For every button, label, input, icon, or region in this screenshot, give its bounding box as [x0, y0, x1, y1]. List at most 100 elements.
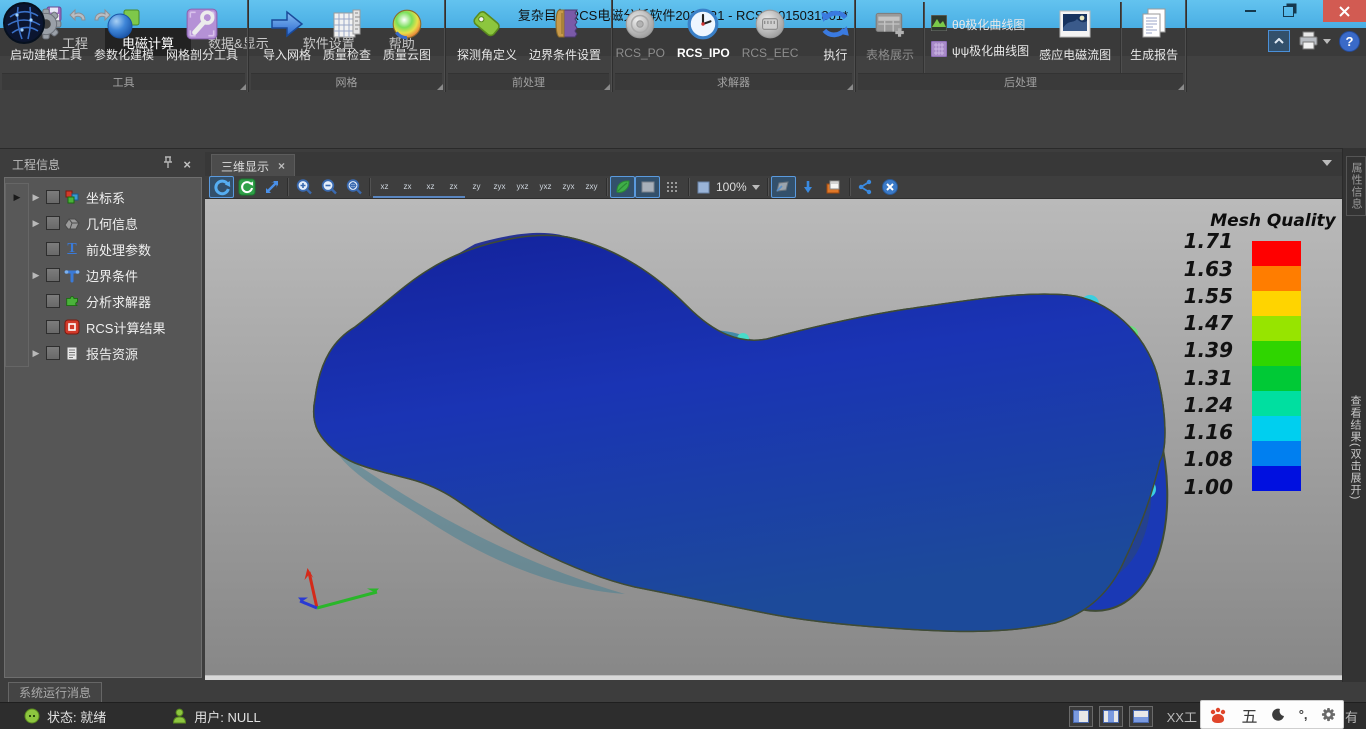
tab-property-info[interactable]: 属性信息: [1346, 156, 1366, 216]
quality-check-button[interactable]: 质量检查: [317, 2, 377, 75]
parametric-modeling-button[interactable]: 参数化建模: [88, 2, 160, 75]
tab-list-dropdown-icon[interactable]: [1322, 160, 1332, 166]
print-dropdown-icon[interactable]: [1323, 39, 1331, 44]
expander-icon[interactable]: ▶: [29, 270, 43, 281]
tree-checkbox[interactable]: [46, 216, 60, 230]
tree-item-report-resources[interactable]: ▶ 报告资源: [5, 340, 199, 366]
flat-mode-button[interactable]: [635, 176, 660, 198]
minimize-button[interactable]: [1234, 0, 1266, 22]
pin-icon[interactable]: [163, 156, 173, 172]
tree-checkbox[interactable]: [46, 242, 60, 256]
ime-moon-icon[interactable]: [1271, 708, 1285, 722]
tree-item-rcs-results[interactable]: RCS计算结果: [5, 314, 199, 340]
execute-button[interactable]: 执行: [812, 2, 858, 75]
collapse-ribbon-button[interactable]: [1268, 30, 1290, 52]
tree-gutter-cell[interactable]: [5, 314, 29, 341]
view-iso4-button[interactable]: zyx: [557, 176, 580, 198]
tab-view-results[interactable]: 查看结果(双击展开): [1346, 368, 1364, 528]
tree-gutter-cell[interactable]: [5, 288, 29, 315]
tree-checkbox[interactable]: [46, 346, 60, 360]
drop-down-view-button[interactable]: [796, 176, 821, 198]
view-iso3-button[interactable]: yxz: [534, 176, 557, 198]
select-region-button[interactable]: [771, 176, 796, 198]
tree-gutter-cell[interactable]: [5, 236, 29, 263]
view-zy-button[interactable]: zy: [465, 176, 488, 198]
expander-icon[interactable]: ▶: [29, 192, 43, 203]
view-zx-button[interactable]: zx: [396, 176, 419, 198]
layout-left-panel-button[interactable]: [1069, 706, 1093, 727]
view-iso5-button[interactable]: zxy: [580, 176, 603, 198]
mesh-partition-tool-button[interactable]: 网格剖分工具: [160, 2, 244, 75]
expander-icon[interactable]: ▶: [29, 218, 43, 229]
view-xz-button[interactable]: xz: [373, 176, 396, 198]
tab-3d-display[interactable]: 三维显示 ×: [211, 154, 295, 177]
close-view-button[interactable]: [878, 176, 903, 198]
ime-mode-char[interactable]: 五: [1241, 703, 1257, 727]
app-logo-icon[interactable]: [2, 1, 46, 45]
maximize-button[interactable]: [1272, 0, 1304, 22]
theta-polar-curve-button[interactable]: θθ极化曲线图: [931, 15, 1029, 34]
tab-system-messages[interactable]: 系统运行消息: [8, 682, 102, 702]
group-expand-icon[interactable]: [240, 84, 246, 90]
probe-angle-button[interactable]: 探测角定义: [451, 2, 523, 75]
psi-polar-curve-button[interactable]: ψψ极化曲线图: [931, 41, 1029, 60]
view-iso2-button[interactable]: yxz: [511, 176, 534, 198]
view-xz2-button[interactable]: xz: [419, 176, 442, 198]
zoom-in-button[interactable]: [291, 176, 316, 198]
quality-cloud-button[interactable]: 质量云图: [377, 2, 437, 75]
zoom-fit-button[interactable]: [341, 176, 366, 198]
boundary-condition-button[interactable]: 边界条件设置: [523, 2, 607, 75]
ime-logo-paw-icon[interactable]: [1208, 706, 1228, 724]
viewport-3d[interactable]: Mesh Quality 1.71 1.63 1.55 1.47 1.39 1.…: [205, 199, 1342, 680]
tree-checkbox[interactable]: [46, 190, 60, 204]
view-zx2-button[interactable]: zx: [442, 176, 465, 198]
tree-item-boundary-condition[interactable]: ▶ 边界条件: [5, 262, 199, 288]
close-button[interactable]: [1323, 0, 1366, 22]
group-expand-icon[interactable]: [604, 84, 610, 90]
tree-gutter-cell[interactable]: [5, 262, 29, 289]
expander-icon[interactable]: ▶: [29, 348, 43, 359]
shaded-mode-button[interactable]: [610, 176, 635, 198]
rcs-ipo-button[interactable]: RCS_IPO: [671, 2, 736, 75]
print-button[interactable]: [1298, 31, 1331, 51]
rcs-eec-button[interactable]: RCS_EEC: [736, 2, 805, 75]
viewport-bottom-scroll-strip[interactable]: [205, 675, 1342, 680]
zoom-out-button[interactable]: [316, 176, 341, 198]
tree-item-preprocess-params[interactable]: T 前处理参数: [5, 236, 199, 262]
status-bar: 状态: 就绪 用户: NULL XX工 有 五 °,: [0, 702, 1366, 729]
tree-checkbox[interactable]: [46, 320, 60, 334]
tree-gutter-cell[interactable]: [5, 340, 29, 367]
pan-view-button[interactable]: [259, 176, 284, 198]
capture-window-button[interactable]: [821, 176, 846, 198]
tree-gutter-cell[interactable]: ▶: [5, 183, 29, 211]
layout-center-panel-button[interactable]: [1099, 706, 1123, 727]
ime-settings-gear-icon[interactable]: [1321, 707, 1336, 722]
rcs-po-button[interactable]: RCS_PO: [610, 2, 671, 75]
panel-close-icon[interactable]: ×: [183, 157, 191, 172]
tree-checkbox[interactable]: [46, 268, 60, 282]
view-iso1-button[interactable]: zyx: [488, 176, 511, 198]
tree-checkbox[interactable]: [46, 294, 60, 308]
group-expand-icon[interactable]: [847, 84, 853, 90]
help-button[interactable]: ?: [1339, 31, 1360, 52]
tree-item-coordinate-system[interactable]: ▶ ▶ 坐标系: [5, 184, 199, 210]
ime-toolbar[interactable]: 五 °,: [1200, 700, 1344, 729]
ribbon-group-solver: RCS_PO RCS_IPO RCS_EEC 执行: [613, 0, 856, 92]
import-mesh-button[interactable]: 导入网格: [257, 2, 317, 75]
tree-item-analysis-solver[interactable]: 分析求解器: [5, 288, 199, 314]
generate-report-button[interactable]: 生成报告: [1124, 2, 1184, 75]
spin-view-button[interactable]: [234, 176, 259, 198]
layout-bottom-panel-button[interactable]: [1129, 706, 1153, 727]
ime-punct-toggle[interactable]: °,: [1299, 707, 1308, 722]
tab-close-icon[interactable]: ×: [278, 159, 285, 173]
table-display-button[interactable]: 表格展示: [860, 2, 920, 75]
tree-gutter-cell[interactable]: [5, 210, 29, 237]
zoom-level-dropdown[interactable]: 100%: [692, 177, 764, 197]
group-expand-icon[interactable]: [437, 84, 443, 90]
tree-item-geometry-info[interactable]: ▶ 几何信息: [5, 210, 199, 236]
group-expand-icon[interactable]: [1178, 84, 1184, 90]
share-view-button[interactable]: [853, 176, 878, 198]
rotate-view-button[interactable]: [209, 176, 234, 198]
wireframe-mode-button[interactable]: [660, 176, 685, 198]
induced-current-map-button[interactable]: 感应电磁流图: [1033, 2, 1117, 75]
